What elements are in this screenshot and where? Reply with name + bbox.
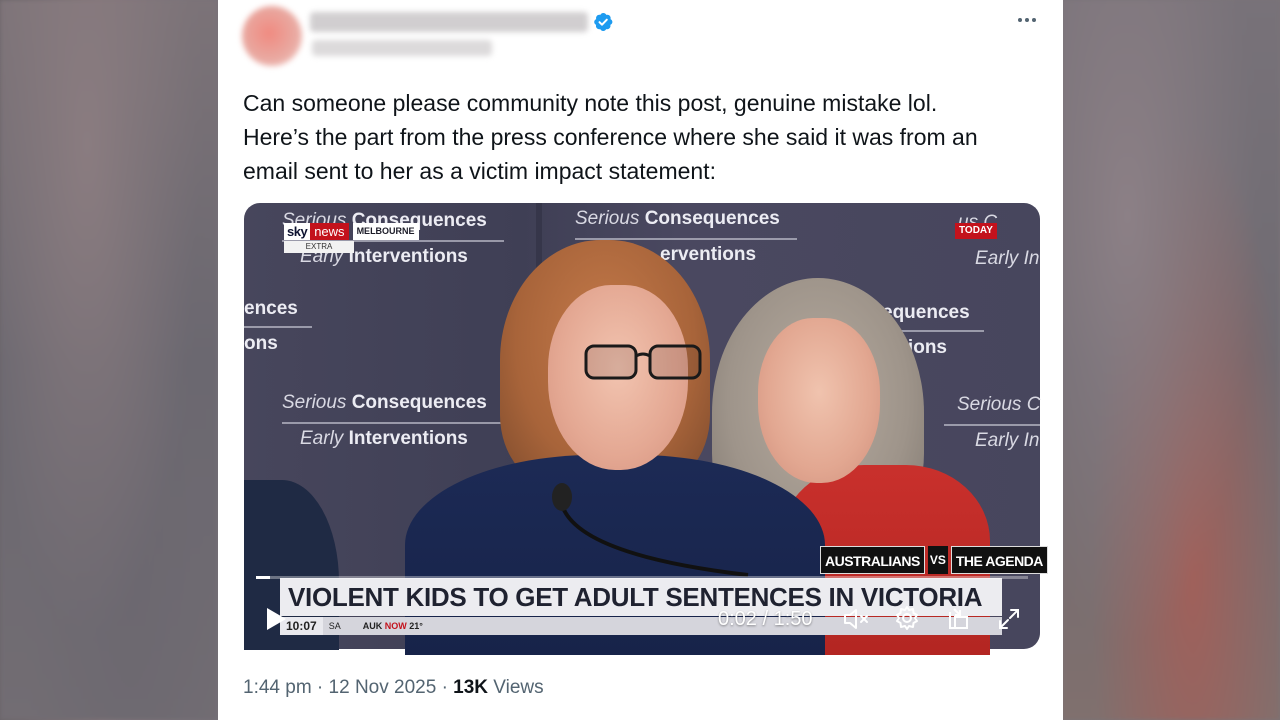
backdrop-text: Serious C bbox=[957, 394, 1041, 415]
sky-news-logo: sky news MELBOURNE bbox=[284, 223, 419, 240]
program-branding: AUSTRALIANS VS THE AGENDA bbox=[820, 546, 1048, 574]
gear-icon[interactable] bbox=[894, 605, 920, 631]
ticker-zone: SA bbox=[328, 621, 341, 631]
backdrop-rule bbox=[244, 326, 312, 328]
backdrop-text: Serious Consequences bbox=[575, 208, 780, 229]
ticker-weather: AUK NOW 21° bbox=[357, 621, 429, 631]
program-right: THE AGENDA bbox=[950, 546, 1048, 574]
blurred-background-left bbox=[0, 0, 218, 720]
blurred-background-right bbox=[1062, 0, 1280, 720]
post-text-line: Here’s the part from the press conferenc… bbox=[243, 124, 978, 150]
ticker-auk: AUK bbox=[362, 621, 383, 631]
program-vs: VS bbox=[927, 546, 948, 574]
play-icon[interactable] bbox=[264, 606, 288, 632]
volume-muted-icon[interactable] bbox=[842, 606, 872, 632]
backdrop-text: erventions bbox=[660, 244, 757, 265]
microphone-icon bbox=[552, 483, 749, 577]
backdrop-rule bbox=[282, 422, 504, 424]
backdrop-text: ons bbox=[244, 333, 278, 354]
channel-extra: EXTRA bbox=[284, 241, 354, 253]
channel-city: MELBOURNE bbox=[352, 223, 419, 240]
backdrop-text: Early Interventions bbox=[300, 428, 468, 449]
post-text-line: Can someone please community note this p… bbox=[243, 90, 938, 116]
glasses-icon bbox=[584, 344, 702, 380]
backdrop-text: Serious Consequences bbox=[282, 392, 487, 413]
more-options-icon[interactable] bbox=[1012, 10, 1042, 30]
program-left: AUSTRALIANS bbox=[820, 546, 925, 574]
video-time-display: 0:02 / 1:50 bbox=[718, 608, 813, 630]
ticker-temp: 21° bbox=[409, 621, 423, 631]
verified-badge-icon bbox=[594, 13, 613, 31]
video-progress-bar[interactable] bbox=[256, 576, 1028, 579]
post-text-line: email sent to her as a victim impact sta… bbox=[243, 158, 716, 184]
post-timestamp[interactable]: 1:44 pm · 12 Nov 2025 · bbox=[243, 677, 453, 698]
channel-sky: sky bbox=[284, 223, 311, 240]
fullscreen-icon[interactable] bbox=[996, 606, 1022, 632]
backdrop-text: ences bbox=[244, 298, 298, 319]
display-name-redacted[interactable] bbox=[310, 12, 588, 32]
post-text: Can someone please community note this p… bbox=[243, 86, 1043, 188]
views-count: 13K bbox=[453, 677, 489, 698]
channel-news: news bbox=[310, 223, 349, 240]
backdrop-text: Early In bbox=[975, 430, 1040, 451]
background-person-face bbox=[758, 318, 880, 483]
backdrop-rule bbox=[944, 424, 1040, 426]
views-label: Views bbox=[488, 677, 544, 698]
ticker-now: NOW bbox=[384, 621, 407, 631]
video-progress-fill bbox=[256, 576, 270, 579]
post-meta: 1:44 pm · 12 Nov 2025 · 13K Views bbox=[243, 674, 544, 702]
backdrop-text: Early In bbox=[975, 248, 1040, 269]
handle-redacted[interactable] bbox=[312, 40, 492, 56]
picture-in-picture-icon[interactable] bbox=[946, 606, 972, 632]
avatar[interactable] bbox=[242, 6, 302, 66]
today-badge: TODAY bbox=[955, 223, 997, 239]
